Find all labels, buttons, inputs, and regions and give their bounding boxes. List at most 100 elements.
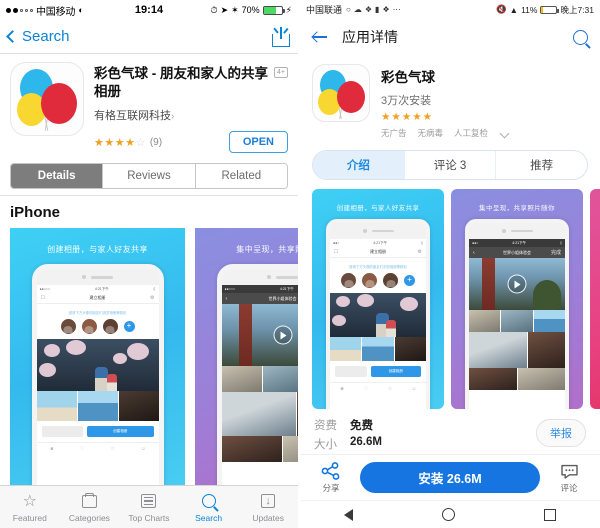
mockup-create-button[interactable]: 创建相册: [87, 426, 154, 438]
tab-reviews[interactable]: Reviews: [102, 164, 195, 189]
mockup-hero-photo: [330, 293, 426, 337]
phone-mockup: ●●○○○ 4:21下午 ▯ ‹ 世界小姐体验会 完成: [216, 264, 298, 487]
tab-label: Featured: [12, 512, 47, 523]
grid-photo: [362, 337, 394, 361]
grid-photo: [501, 310, 533, 332]
screenshot-1[interactable]: 创建相册，与家人好友共享 ●●○○○ 4:21下午 ▯ ☐ 建立相册 ⚙ 邀请下…: [10, 228, 185, 487]
screenshot-1[interactable]: 创建相册，与家人好友共享 ●●○ 4:21下午 ▯ ☐ 建立相册 ⚙ 邀请下方头…: [312, 189, 444, 409]
mockup-title-bar: ‹ 世界小姐体验会 完成: [221, 293, 298, 305]
back-arrow-icon[interactable]: [312, 29, 328, 45]
meta-row-size: 大小 26.6M: [314, 436, 536, 452]
back-label: Search: [22, 28, 70, 45]
grid-photo: [283, 436, 298, 463]
tab-comments[interactable]: 评论 3: [403, 151, 496, 179]
grid-photo: [221, 392, 296, 437]
balloons-app-icon[interactable]: [10, 62, 84, 136]
circle-home-icon[interactable]: [441, 508, 455, 521]
share-icon[interactable]: [272, 26, 290, 47]
add-member-button[interactable]: +: [404, 275, 415, 286]
square-recents-icon[interactable]: [543, 508, 556, 521]
mockup-notch: [222, 269, 298, 285]
developer-name: 有格互联网科技: [94, 110, 171, 123]
charging-icon: ⚡: [285, 4, 292, 15]
android-screenshot-gallery[interactable]: 创建相册，与家人好友共享 ●●○ 4:21下午 ▯ ☐ 建立相册 ⚙ 邀请下方头…: [300, 180, 600, 409]
screenshot-caption: 集中呈现，共享照片随你: [236, 245, 298, 255]
comment-bubble-icon: [548, 462, 590, 481]
mockup-back-icon[interactable]: ‹: [473, 250, 475, 256]
tab-related[interactable]: Related: [194, 164, 287, 189]
report-button[interactable]: 举报: [536, 419, 586, 447]
open-button[interactable]: OPEN: [228, 131, 288, 154]
grid-photo: [221, 366, 262, 393]
more-icon: ⋯: [392, 5, 401, 14]
install-button[interactable]: 安装 26.6M: [360, 462, 540, 493]
tab-label: Top Charts: [128, 512, 170, 523]
tab-details[interactable]: Details: [11, 164, 103, 189]
ios-app-store-panel: 中国移动 ◐ 19:14 ⏱ ➤ ✶ 70% ⚡ Search 彩色气球 - 朋…: [0, 0, 300, 528]
mockup-video-player[interactable]: [469, 258, 565, 310]
sync-icon: ○: [346, 5, 351, 14]
grid-photo: [469, 368, 517, 390]
battery-percent: 70%: [241, 5, 260, 15]
play-icon[interactable]: [507, 274, 527, 294]
grid-photo: [469, 310, 501, 332]
mockup-create-button[interactable]: 创建相册: [370, 366, 421, 377]
developer-link[interactable]: 有格互联网科技›: [94, 107, 288, 123]
android-system-nav-bar[interactable]: [300, 500, 600, 528]
comment-button[interactable]: 评论: [548, 462, 590, 494]
location-icon: ➤: [220, 4, 229, 15]
tab-label: Search: [195, 512, 223, 523]
mockup-photo-grid: [469, 332, 565, 368]
mockup-video-player[interactable]: [221, 304, 298, 367]
screenshot-2[interactable]: 集中呈现，共享照片随你 ●●○ 4:21下午 ▯ ‹ 世界小姐体验会 完成: [451, 189, 583, 409]
tab-intro[interactable]: 介绍: [313, 151, 404, 179]
mockup-status-bar: ●●○○○ 4:21下午 ▯: [36, 285, 159, 294]
tab-recommend[interactable]: 推荐: [495, 151, 587, 179]
grid-photo: [517, 368, 565, 390]
battery-percent: 11%: [521, 4, 538, 15]
search-icon[interactable]: [573, 29, 588, 45]
grid-photo: [36, 391, 77, 422]
meta-key: 资费: [314, 420, 337, 432]
mockup-bar-right-icon: ⚙: [417, 249, 422, 255]
mockup-bar-left-icon: ☐: [40, 295, 45, 302]
sidebar-item-search[interactable]: Search: [179, 492, 239, 523]
mockup-photo-grid: [221, 366, 298, 393]
play-icon[interactable]: [273, 325, 292, 345]
mockup-time: 4:21下午: [279, 286, 294, 291]
mockup-cancel-button[interactable]: [41, 426, 84, 438]
share-button[interactable]: 分享: [310, 461, 352, 494]
sidebar-item-updates[interactable]: Updates: [238, 492, 298, 523]
mockup-time: 4:21下午: [512, 240, 527, 245]
add-member-button[interactable]: +: [123, 321, 135, 333]
grid-photo: [221, 436, 282, 463]
ios-screenshot-gallery[interactable]: 创建相册，与家人好友共享 ●●○○○ 4:21下午 ▯ ☐ 建立相册 ⚙ 邀请下…: [0, 228, 298, 487]
share-node-icon: [310, 461, 352, 481]
vibrate-icon: 🔇: [496, 4, 507, 14]
chevron-down-icon[interactable]: [499, 128, 510, 138]
mockup-tab-bar: ■ ♡ ☆ ☺: [36, 442, 159, 455]
ios-segmented-control: Details Reviews Related: [10, 163, 288, 190]
ios-tab-bar[interactable]: ☆ Featured Categories Top Charts Search …: [0, 485, 298, 528]
tab-label: Categories: [68, 512, 110, 523]
phone-mockup: ●●○ 4:21下午 ▯ ‹ 世界小姐体验会 完成: [465, 219, 569, 409]
mockup-back-icon[interactable]: ‹: [226, 296, 228, 302]
back-to-search-button[interactable]: Search: [6, 28, 70, 45]
mockup-status-bar: ●●○ 4:21下午 ▯: [330, 239, 426, 247]
mockup-cancel-button[interactable]: [335, 366, 367, 377]
screenshot-2[interactable]: 集中呈现，共享照片随你 ●●○○○ 4:21下午 ▯ ‹ 世界小姐体验会: [195, 228, 298, 487]
mockup-button-row: 创建相册: [37, 421, 159, 442]
star-icon: ☆: [22, 493, 37, 510]
sidebar-item-featured[interactable]: ☆ Featured: [0, 492, 60, 523]
triangle-back-icon[interactable]: [344, 508, 354, 521]
screenshot-3[interactable]: ●●▯: [590, 189, 600, 409]
ios-status-right: ⏱ ➤ ✶ 70% ⚡: [211, 5, 292, 16]
sidebar-item-top-charts[interactable]: Top Charts: [119, 492, 179, 523]
cloud-icon: ☁: [353, 5, 362, 14]
avatar: [362, 273, 377, 288]
sidebar-item-categories[interactable]: Categories: [60, 492, 120, 523]
tag-no-virus: 无病毒: [417, 128, 444, 138]
mockup-bar-right-label[interactable]: 完成: [551, 249, 561, 256]
balloons-app-icon[interactable]: [312, 64, 370, 122]
mockup-title-bar: ‹ 世界小姐体验会 完成: [469, 247, 565, 258]
